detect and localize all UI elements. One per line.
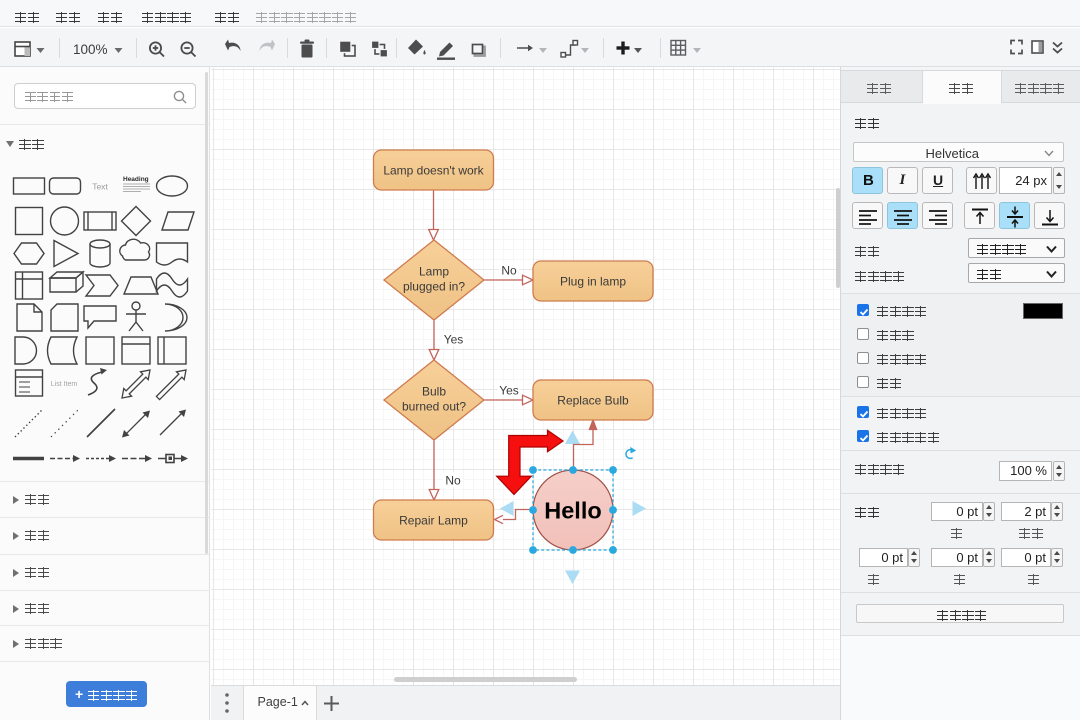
svg-text:Heading: Heading (123, 176, 149, 183)
svg-text:100%: 100% (73, 42, 108, 57)
svg-text:plugged in?: plugged in? (403, 280, 465, 294)
svg-text:No: No (445, 474, 461, 488)
svg-text:Yes: Yes (444, 333, 464, 347)
svg-text:Hello: Hello (544, 498, 601, 524)
svg-text:Text: Text (92, 182, 108, 192)
svg-text:Replace Bulb: Replace Bulb (557, 394, 629, 408)
svg-text:Yes: Yes (499, 384, 519, 398)
svg-text:Lamp: Lamp (419, 265, 449, 279)
svg-text:Bulb: Bulb (422, 385, 446, 399)
svg-text:burned out?: burned out? (402, 400, 466, 414)
svg-text:Lamp doesn't work: Lamp doesn't work (383, 164, 484, 178)
svg-text:Plug in lamp: Plug in lamp (560, 275, 626, 289)
svg-text:No: No (501, 264, 517, 278)
svg-text:Repair Lamp: Repair Lamp (399, 514, 468, 528)
svg-text:List Item: List Item (51, 381, 78, 388)
